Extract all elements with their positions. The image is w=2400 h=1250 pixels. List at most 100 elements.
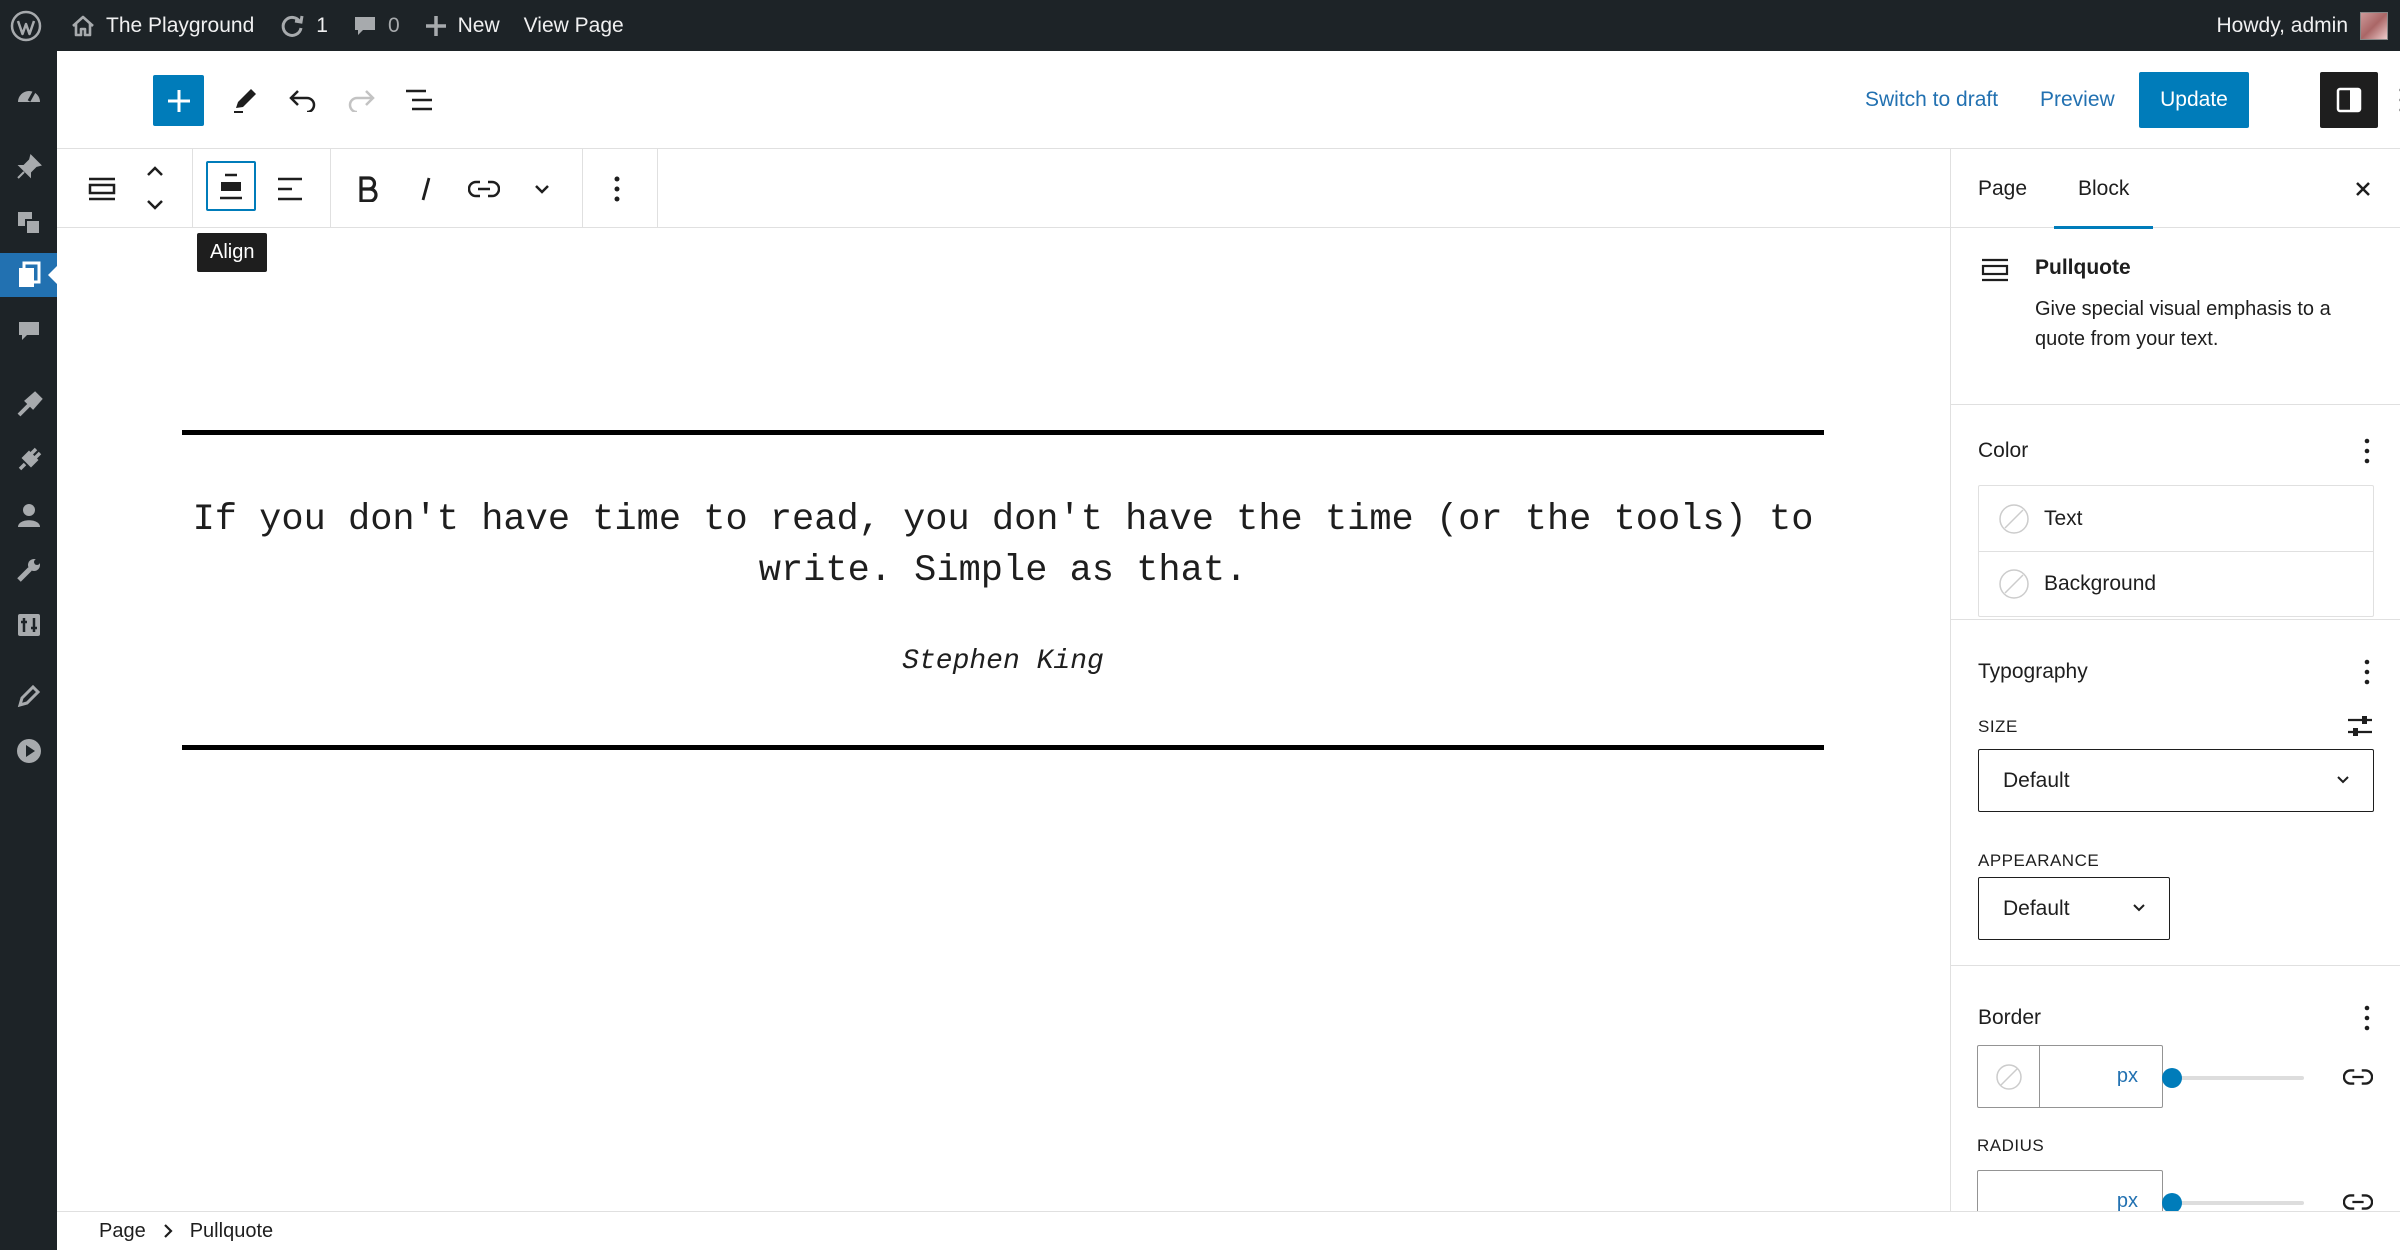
menu-dashboard[interactable]: [0, 74, 57, 118]
admin-bar: The Playground 1 0 New View Page Howdy, …: [0, 0, 2400, 51]
howdy-text: Howdy, admin: [2216, 13, 2349, 37]
new-content-link[interactable]: New: [412, 0, 512, 51]
my-account-menu[interactable]: Howdy, admin: [2216, 0, 2388, 51]
pullquote-bottom-border: [182, 745, 1824, 750]
appearance-value: Default: [2003, 896, 2070, 920]
document-overview-button[interactable]: [394, 75, 444, 125]
tab-page[interactable]: Page: [1978, 149, 2027, 228]
pullquote-top-border: [182, 430, 1824, 435]
play-icon: [16, 739, 41, 763]
color-panel: Color Text Background: [1951, 405, 2400, 620]
more-vertical-icon[interactable]: [2363, 1004, 2371, 1032]
font-size-select[interactable]: Default: [1978, 749, 2374, 812]
text-color-option[interactable]: Text: [1979, 486, 2373, 551]
plugin-icon: [18, 447, 41, 471]
pushpin-icon: [16, 154, 42, 179]
menu-pages[interactable]: [0, 253, 58, 297]
tools-button[interactable]: [220, 75, 270, 125]
wordpress-logo-menu[interactable]: [0, 0, 58, 51]
typography-panel-title: Typography: [1978, 660, 2088, 683]
sidebar-icon: [2336, 87, 2362, 113]
new-label: New: [457, 13, 500, 37]
options-menu-button[interactable]: [2387, 75, 2400, 125]
link-button[interactable]: [459, 164, 509, 214]
menu-users[interactable]: [0, 493, 57, 537]
wordpress-logo-icon: [10, 10, 42, 41]
more-vertical-icon[interactable]: [2363, 658, 2371, 686]
settings-icon: [17, 614, 40, 636]
tab-block[interactable]: Block: [2053, 149, 2154, 229]
color-options-group: Text Background: [1978, 485, 2374, 617]
switch-to-draft-button[interactable]: Switch to draft: [1865, 51, 1998, 149]
menu-media[interactable]: [0, 201, 57, 245]
settings-sidebar: Page Block Pullquote Give special visual…: [1950, 149, 2400, 1211]
preview-button[interactable]: Preview: [2040, 51, 2115, 149]
background-color-label: Background: [2044, 572, 2157, 595]
align-tooltip: Align: [197, 233, 268, 272]
updates-link[interactable]: 1: [266, 0, 340, 51]
menu-plugins[interactable]: [0, 438, 57, 482]
comment-icon: [354, 16, 375, 35]
menu-posts[interactable]: [0, 145, 57, 189]
sidebar-tabs: Page Block: [1951, 149, 2400, 229]
chevron-right-icon: [163, 1224, 173, 1238]
italic-button[interactable]: [401, 164, 451, 214]
font-size-value: Default: [2003, 768, 2070, 792]
text-align-button[interactable]: [265, 164, 315, 214]
bold-button[interactable]: [343, 164, 393, 214]
border-panel-title: Border: [1978, 1006, 2042, 1029]
comments-link[interactable]: 0: [340, 0, 412, 51]
block-card: Pullquote Give special visual emphasis t…: [1951, 228, 2400, 405]
block-options-button[interactable]: [595, 164, 639, 214]
chevron-up-icon: [147, 166, 163, 176]
list-view-icon: [406, 89, 432, 111]
pullquote-text[interactable]: If you don't have time to read, you don'…: [182, 495, 1824, 597]
breadcrumb-page[interactable]: Page: [99, 1220, 146, 1243]
more-rich-text-button[interactable]: [517, 164, 567, 214]
menu-comments[interactable]: [0, 309, 57, 353]
appearance-label: APPEARANCE: [1978, 851, 2100, 870]
update-button[interactable]: Update: [2139, 72, 2249, 128]
site-name: The Playground: [106, 13, 255, 37]
block-card-title: Pullquote: [2035, 256, 2131, 279]
undo-button[interactable]: [278, 75, 328, 125]
bold-icon: [359, 176, 378, 202]
breadcrumb-pullquote[interactable]: Pullquote: [190, 1220, 273, 1243]
align-button[interactable]: [206, 161, 256, 211]
block-type-button[interactable]: [77, 164, 127, 214]
move-down-button[interactable]: [135, 189, 175, 221]
plus-icon: [167, 89, 190, 112]
add-block-button[interactable]: [153, 75, 204, 126]
paintbrush-icon: [17, 391, 43, 417]
view-page-link[interactable]: View Page: [512, 0, 636, 51]
editor-canvas[interactable]: If you don't have time to read, you don'…: [57, 228, 1950, 1211]
menu-tools[interactable]: [0, 548, 57, 592]
updates-icon: [281, 15, 304, 37]
site-name-link[interactable]: The Playground: [58, 0, 266, 51]
toolbar-separator: [330, 149, 331, 228]
custom-size-icon[interactable]: [2346, 713, 2374, 739]
user-icon: [17, 504, 40, 527]
more-vertical-icon: [614, 176, 620, 202]
redo-button[interactable]: [336, 75, 386, 125]
pullquote-citation[interactable]: Stephen King: [182, 646, 1824, 677]
settings-sidebar-toggle[interactable]: [2320, 72, 2378, 128]
menu-settings[interactable]: [0, 603, 57, 647]
more-vertical-icon[interactable]: [2363, 437, 2371, 465]
menu-editor-tool[interactable]: [0, 674, 57, 718]
preview-label: Preview: [2040, 88, 2115, 111]
chevron-down-icon: [2337, 776, 2349, 784]
breadcrumb: Page Pullquote: [57, 1211, 2400, 1250]
menu-video[interactable]: [0, 729, 57, 773]
avatar: [2360, 11, 2388, 40]
move-up-button[interactable]: [135, 155, 175, 187]
updates-count: 1: [316, 13, 328, 37]
appearance-select[interactable]: Default: [1978, 877, 2170, 940]
close-sidebar-button[interactable]: [2338, 164, 2388, 214]
size-label: SIZE: [1978, 717, 2018, 736]
toolbar-separator: [657, 149, 658, 228]
toolbar-separator: [192, 149, 193, 228]
editor-header: Switch to draft Preview Update: [57, 51, 2400, 149]
background-color-option[interactable]: Background: [1979, 551, 2373, 616]
menu-appearance[interactable]: [0, 383, 57, 427]
